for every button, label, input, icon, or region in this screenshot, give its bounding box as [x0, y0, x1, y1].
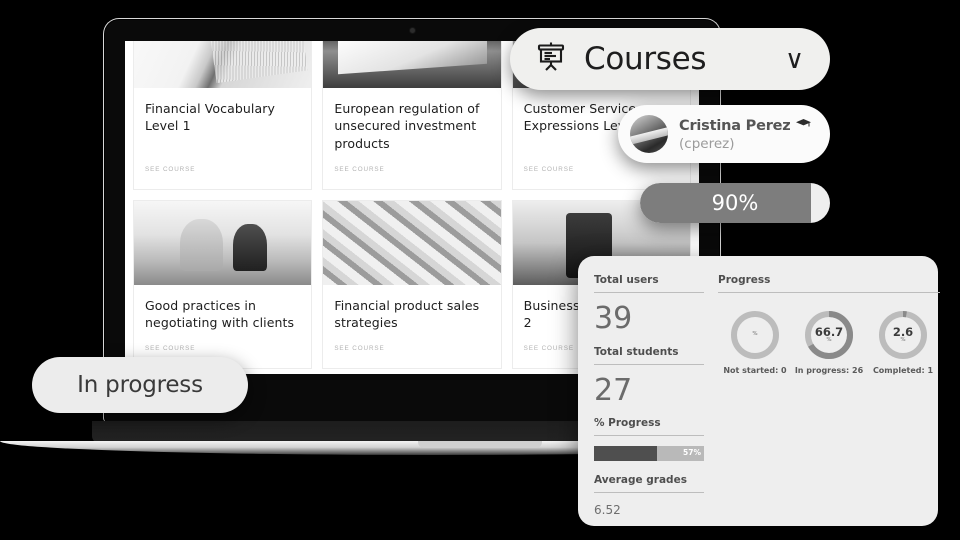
status-label: In progress: [77, 372, 203, 398]
analytics-panel: Total users 39 Total students 27 % Progr…: [578, 256, 940, 526]
see-course-link[interactable]: SEE COURSE: [145, 331, 300, 352]
divider: [594, 435, 704, 436]
webcam-icon: [409, 28, 415, 33]
progress-column: Progress % Not started: 0 66.7% In progress…: [718, 274, 940, 526]
scene: Financial Vocabulary Level 1 SEE COURSE …: [0, 0, 960, 540]
divider: [594, 492, 704, 493]
course-thumbnail: [323, 200, 501, 285]
chevron-down-icon[interactable]: ∨: [785, 46, 804, 72]
course-thumbnail: [134, 200, 312, 285]
laptop-trackpad-notch: [418, 441, 542, 448]
average-grades-label: Average grades: [594, 474, 687, 486]
graduation-cap-icon: [795, 118, 811, 136]
courses-label: Courses: [584, 41, 707, 77]
avatar: [630, 115, 668, 153]
see-course-link[interactable]: SEE COURSE: [145, 152, 300, 173]
progress-label: Progress: [718, 274, 771, 286]
donut-chart: 2.6%: [877, 309, 929, 361]
progress-donut-charts: % Not started: 0 66.7% In progress: 26 2.6% C…: [718, 303, 940, 376]
total-students-label: Total students: [594, 345, 679, 358]
user-name: Cristina Perez: [679, 117, 791, 134]
pct-progress-fill: [594, 446, 657, 461]
course-title: Financial Vocabulary Level 1: [145, 101, 275, 134]
pct-progress-bar: 57%: [594, 446, 704, 461]
course-card[interactable]: Good practices in negotiating with clien…: [133, 199, 313, 370]
pct-progress-value: 57%: [683, 448, 701, 457]
donut-chart: %: [729, 309, 781, 361]
course-card[interactable]: Financial product sales strategies SEE C…: [322, 199, 502, 370]
course-card[interactable]: Financial Vocabulary Level 1 SEE COURSE: [133, 41, 313, 190]
progress-value: 90%: [711, 191, 759, 215]
total-students-value: 27: [594, 372, 633, 408]
see-course-link[interactable]: SEE COURSE: [334, 152, 489, 173]
donut-item: % Not started: 0: [718, 309, 792, 376]
courses-dropdown[interactable]: Courses ∨: [510, 28, 830, 90]
donut-unit: %: [752, 331, 758, 338]
user-handle: (cperez): [679, 135, 735, 152]
course-title: European regulation of unsecured investm…: [334, 101, 480, 151]
donut-unit: %: [826, 337, 832, 343]
donut-chart: 66.7%: [803, 309, 855, 361]
course-thumbnail: [134, 41, 312, 88]
course-title: Good practices in negotiating with clien…: [145, 297, 295, 330]
divider: [718, 292, 940, 293]
course-title: Financial product sales strategies: [334, 297, 480, 330]
status-badge: In progress: [32, 357, 248, 413]
divider: [594, 363, 704, 365]
user-chip[interactable]: Cristina Perez (cperez): [618, 105, 830, 163]
completion-progress-bar: 90%: [640, 183, 830, 223]
course-card[interactable]: European regulation of unsecured investm…: [322, 41, 502, 190]
donut-item: 66.7% In progress: 26: [792, 309, 866, 376]
course-thumbnail: [323, 41, 501, 88]
donut-label: Completed: 1: [872, 366, 934, 375]
donut-unit: %: [900, 337, 906, 343]
presentation-board-icon: [534, 40, 568, 79]
donut-label: Not started: 0: [723, 366, 787, 375]
see-course-link[interactable]: SEE COURSE: [334, 331, 489, 352]
total-users-label: Total users: [594, 274, 659, 286]
average-grades-value: 6.52: [594, 503, 621, 517]
donut-label: In progress: 26: [794, 366, 864, 375]
donut-item: 2.6% Completed: 1: [866, 309, 940, 376]
total-users-value: 39: [594, 301, 633, 336]
pct-progress-label: % Progress: [594, 417, 661, 429]
divider: [594, 292, 704, 293]
summary-column: Total users 39 Total students 27 % Progr…: [594, 274, 704, 526]
